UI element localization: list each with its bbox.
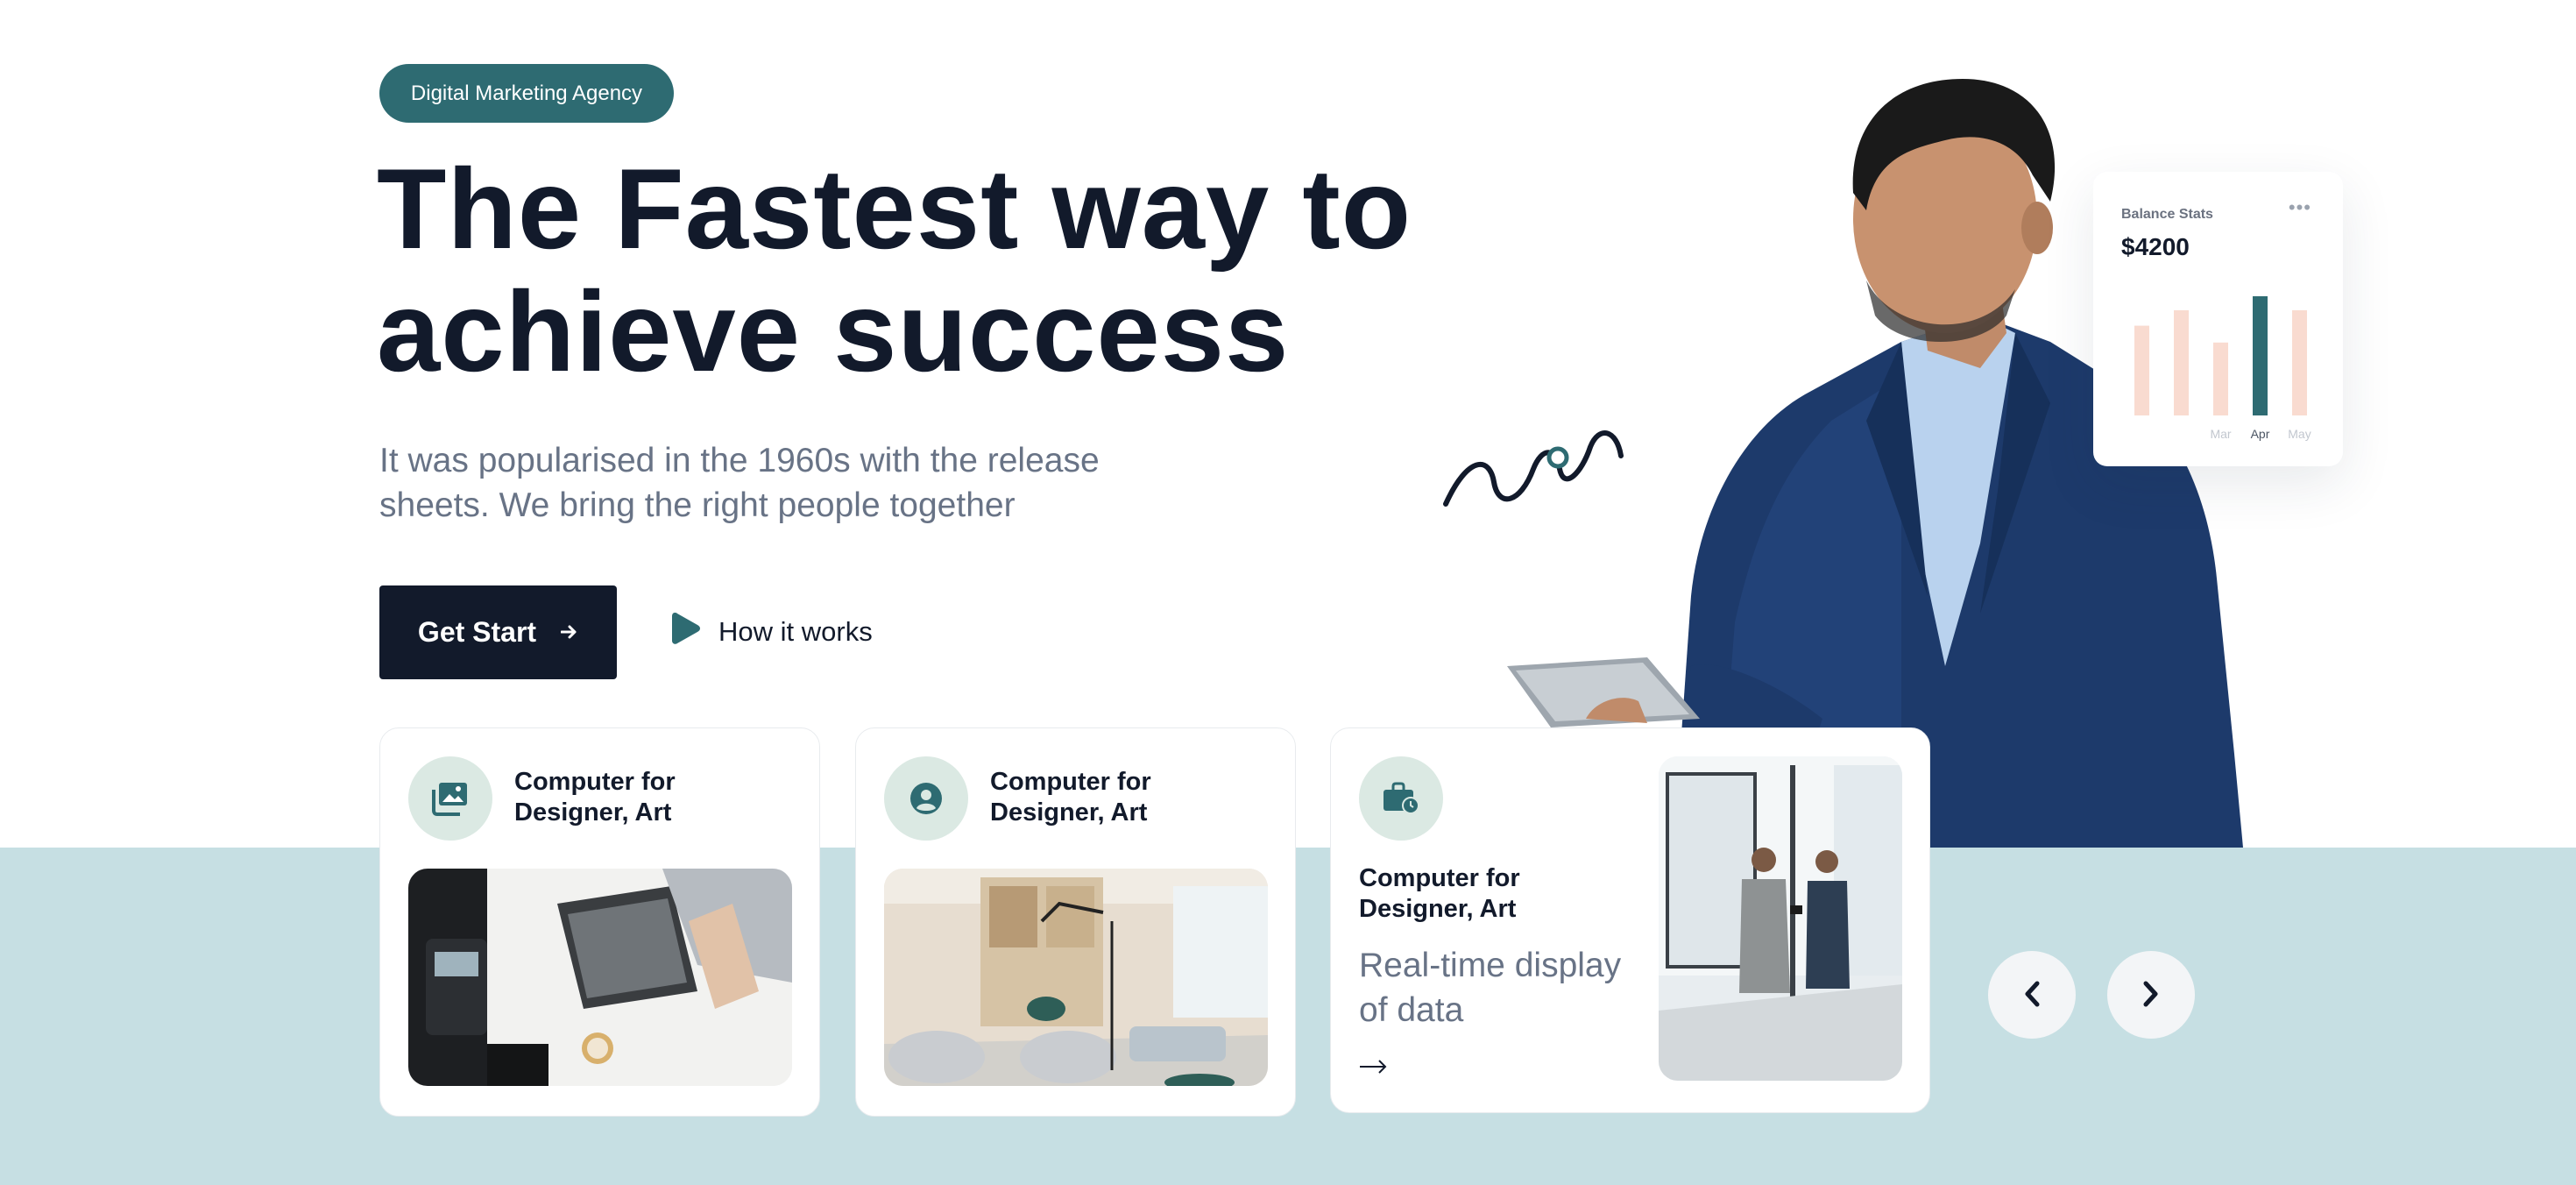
card-2-title-line-1: Computer for xyxy=(990,768,1151,796)
service-card-2[interactable]: Computer for Designer, Art xyxy=(855,727,1296,1117)
tick-label-apr: Apr xyxy=(2251,427,2270,441)
card-1-title-line-1: Computer for xyxy=(514,768,676,796)
user-circle-icon xyxy=(884,756,968,841)
card-1-title: Computer for Designer, Art xyxy=(514,767,676,828)
bar-Mar xyxy=(2213,342,2228,415)
hero-headline: The Fastest way to achieve success xyxy=(377,147,1516,393)
business-meeting-photo xyxy=(1659,756,1902,1081)
service-card-3[interactable]: Computer for Designer, Art Real-time dis… xyxy=(1330,727,1930,1113)
chevron-right-icon xyxy=(2142,981,2160,1010)
how-it-works-link[interactable]: How it works xyxy=(671,610,873,654)
get-start-label: Get Start xyxy=(417,616,537,648)
subtext-line-2: sheets. We bring the right people togeth… xyxy=(379,486,1016,524)
headline-line-2: achieve success xyxy=(377,267,1290,395)
card-3-desc-line-1: Real-time display xyxy=(1359,947,1622,984)
card-2-title-line-2: Designer, Art xyxy=(990,798,1148,827)
play-icon xyxy=(671,611,701,653)
tick-label-mar: Mar xyxy=(2210,427,2231,441)
agency-badge: Digital Marketing Agency xyxy=(379,64,674,123)
headline-line-1: The Fastest way to xyxy=(377,145,1412,273)
service-card-1[interactable]: Computer for Designer, Art xyxy=(379,727,820,1117)
card-3-description: Real-time display of data xyxy=(1359,943,1648,1032)
arrow-right-icon xyxy=(560,619,578,646)
tick-label-may: May xyxy=(2288,427,2311,441)
hero-subtext: It was popularised in the 1960s with the… xyxy=(379,438,1168,528)
card-1-title-line-2: Designer, Art xyxy=(514,798,672,827)
bar-Apr xyxy=(2253,296,2268,415)
card-2-title: Computer for Designer, Art xyxy=(990,767,1151,828)
balance-bar-chart: Mar Apr May xyxy=(2134,296,2311,441)
card-3-title-line-1: Computer for xyxy=(1359,864,1520,892)
card-3-title: Computer for Designer, Art xyxy=(1359,863,1520,925)
laptop-desk-photo xyxy=(408,869,792,1086)
card-3-desc-line-2: of data xyxy=(1359,991,1464,1029)
bar-item-2 xyxy=(2174,310,2189,415)
office-lounge-photo xyxy=(884,869,1268,1086)
balance-stats-card: Balance Stats ••• $4200 Mar Apr May xyxy=(2093,172,2343,466)
photo-library-icon xyxy=(408,756,492,841)
arrow-right-icon[interactable] xyxy=(1359,1053,1387,1081)
how-it-works-label: How it works xyxy=(718,616,873,647)
card-3-title-line-2: Designer, Art xyxy=(1359,895,1517,923)
bar-May xyxy=(2292,310,2307,415)
get-start-button[interactable]: Get Start xyxy=(379,585,617,679)
chevron-left-icon xyxy=(2023,981,2041,1010)
briefcase-clock-icon xyxy=(1359,756,1443,841)
carousel-next-button[interactable] xyxy=(2107,951,2195,1039)
bar-item-1 xyxy=(2134,325,2149,415)
carousel-prev-button[interactable] xyxy=(1988,951,2076,1039)
subtext-line-1: It was popularised in the 1960s with the… xyxy=(379,442,1100,479)
